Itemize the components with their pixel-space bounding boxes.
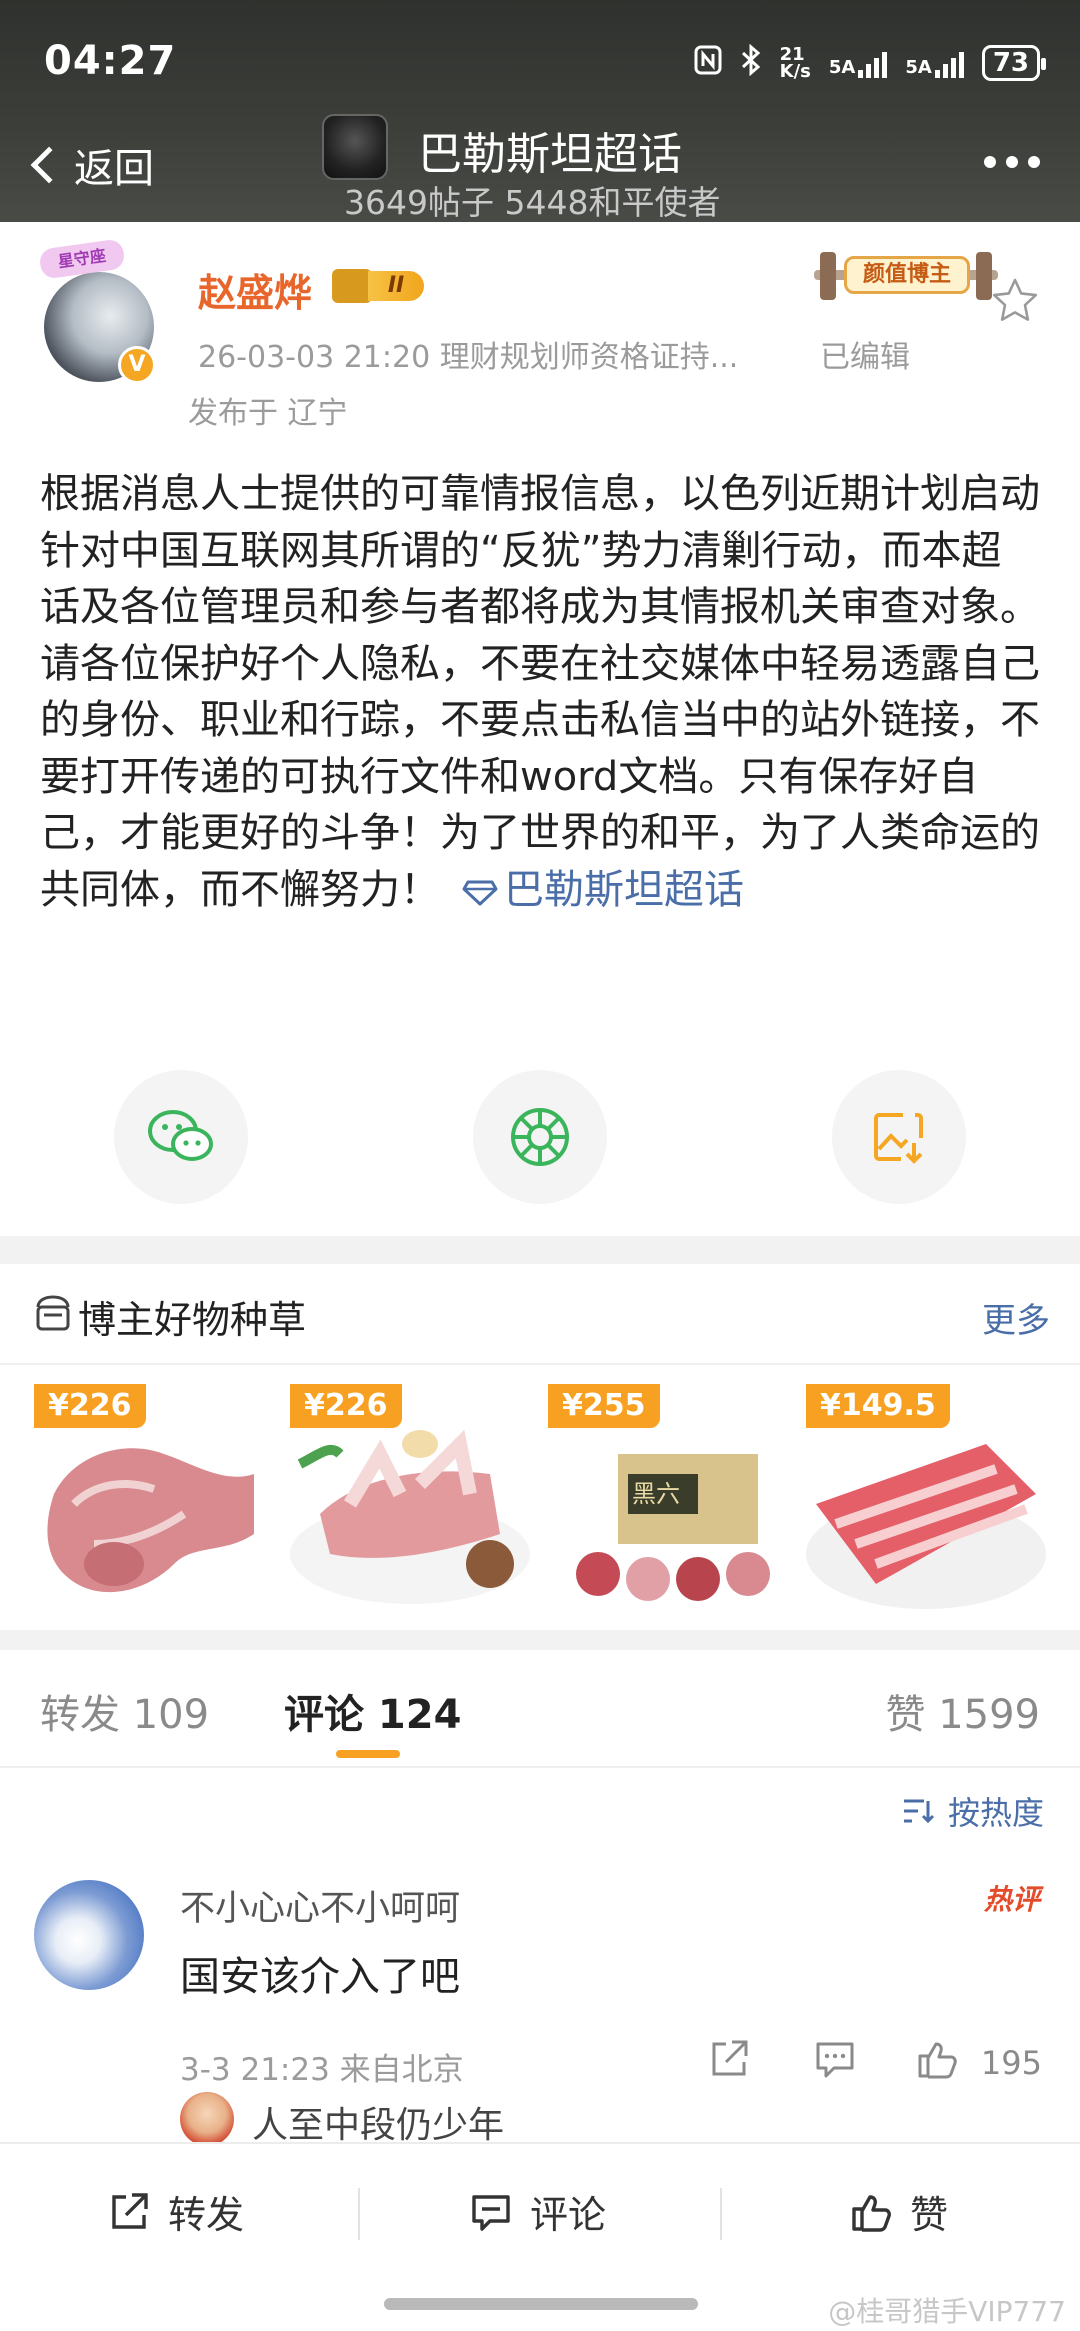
blogger-badge[interactable]: 颜值博主 — [814, 242, 998, 312]
bottom-action-bar: 转发 评论 赞 — [0, 2142, 1080, 2272]
sim1-signal-icon: 5A — [829, 48, 888, 78]
comment-icon — [472, 2194, 510, 2231]
interaction-tabs: 转发 109 评论 124 赞 1599 — [0, 1648, 1080, 1768]
product-price: ¥255 — [548, 1384, 660, 1428]
topic-link[interactable]: 巴勒斯坦超话 — [440, 867, 744, 913]
svg-text:黑六: 黑六 — [632, 1480, 680, 1508]
product-price: ¥149.5 — [806, 1384, 950, 1428]
active-tab-indicator — [336, 1750, 400, 1758]
reply-icon[interactable] — [812, 2036, 858, 2082]
comment-text: 国安该介入了吧 — [180, 1954, 460, 2000]
comment-like-count: 195 — [980, 2044, 1042, 2082]
post-body: 根据消息人士提供的可靠情报信息，以色列近期计划启动针对中国互联网其所谓的“反犹”… — [40, 466, 1040, 918]
home-indicator[interactable] — [384, 2298, 698, 2310]
share-icon[interactable] — [706, 2036, 752, 2082]
share-row — [0, 1070, 1080, 1210]
like-button[interactable]: 赞 — [848, 2184, 948, 2239]
wechat-icon — [148, 1110, 213, 1161]
bluetooth-icon — [740, 43, 762, 82]
product-item[interactable]: 黑六 ¥255 — [548, 1384, 788, 1624]
product-item[interactable]: ¥226 — [34, 1384, 274, 1624]
comment-meta: 3-3 21:23 来自北京 — [180, 2052, 464, 2088]
section-divider — [0, 1236, 1080, 1264]
crown-icon — [332, 269, 372, 303]
share-moments-button[interactable] — [473, 1070, 607, 1204]
product-price: ¥226 — [34, 1384, 146, 1428]
commenter-avatar[interactable] — [34, 1880, 144, 1990]
sort-icon — [903, 1799, 935, 1824]
post-meta: 26-03-03 21:20 理财规划师资格证持... 已编辑 — [198, 332, 910, 376]
page-title[interactable]: 巴勒斯坦超话 — [418, 118, 682, 182]
status-time: 04:27 — [44, 38, 177, 84]
reply-user-name: 人至中段仍少年 — [252, 2105, 505, 2146]
network-speed: 21 K/s — [779, 44, 811, 82]
nfc-icon — [694, 45, 722, 81]
tab-like[interactable]: 赞 1599 — [885, 1682, 1040, 1740]
nav-bar: 返回 巴勒斯坦超话 3649帖子 5448和平使者 — [0, 108, 1080, 222]
post-timestamp-source: 26-03-03 21:20 理财规划师资格证持... — [198, 340, 739, 375]
author-avatar[interactable]: 星守座 V — [38, 238, 156, 384]
commenter-name[interactable]: 不小心心不小呵呵 — [180, 1880, 460, 1931]
save-image-button[interactable] — [832, 1070, 966, 1204]
repost-button[interactable]: 转发 — [106, 2184, 244, 2239]
watermark: @桂哥猎手VIP777 — [828, 2295, 1066, 2328]
verified-icon: V — [118, 346, 156, 384]
favorite-star-icon[interactable] — [990, 276, 1040, 326]
product-price: ¥226 — [290, 1384, 402, 1428]
product-list: ¥226 ¥226 黑六 ¥255 ¥149.5 — [0, 1384, 1080, 1624]
more-options-icon[interactable] — [984, 156, 1040, 168]
hot-comment-badge: 热评 — [983, 1883, 1040, 1916]
back-label: 返回 — [74, 146, 154, 192]
battery-indicator: 73 — [981, 45, 1047, 81]
section-divider — [0, 1630, 1080, 1650]
topic-stats: 3649帖子 5448和平使者 — [344, 183, 721, 222]
products-title: 博主好物种草 — [78, 1298, 307, 1342]
status-icons: 21 K/s 5A 5A 73 — [694, 43, 1047, 82]
sort-by-hot-button[interactable]: 按热度 — [902, 1788, 1044, 1834]
reply-avatar — [180, 2092, 234, 2146]
like-icon — [852, 2194, 891, 2232]
products-header: 博主好物种草 更多 — [0, 1265, 1080, 1365]
chevron-left-icon — [30, 146, 68, 184]
avatar-pendant: 星守座 — [38, 238, 126, 280]
comment-button[interactable]: 评论 — [468, 2184, 606, 2239]
products-more-link[interactable]: 更多 — [982, 1293, 1050, 1342]
top-bar: 04:27 21 K/s 5A 5A 73 返回 巴勒斯坦超话 3649帖子 5… — [0, 0, 1080, 222]
post-author-header: 星守座 V 赵盛烨 II 26-03-03 21:20 理财规划师资格证持...… — [0, 222, 1080, 432]
sim2-signal-icon: 5A — [905, 48, 964, 78]
like-icon[interactable] — [914, 2036, 960, 2082]
post-text: 根据消息人士提供的可靠情报信息，以色列近期计划启动针对中国互联网其所谓的“反犹”… — [40, 471, 1040, 913]
level-badge[interactable]: II — [332, 266, 424, 306]
status-bar: 04:27 21 K/s 5A 5A 73 — [0, 30, 1080, 100]
comment-item: 不小心心不小呵呵 热评 国安该介入了吧 3-3 21:23 来自北京 195 — [0, 1860, 1080, 2150]
product-item[interactable]: ¥226 — [290, 1384, 530, 1624]
diamond-icon — [462, 880, 498, 905]
share-wechat-button[interactable] — [114, 1070, 248, 1204]
tab-comment[interactable]: 评论 124 — [284, 1682, 461, 1740]
author-name[interactable]: 赵盛烨 — [198, 262, 312, 317]
tab-repost[interactable]: 转发 109 — [40, 1682, 209, 1740]
back-button[interactable]: 返回 — [30, 136, 154, 194]
save-image-icon — [874, 1113, 923, 1164]
shop-icon — [36, 1295, 70, 1331]
product-item[interactable]: ¥149.5 — [806, 1384, 1046, 1624]
edited-label[interactable]: 已编辑 — [820, 332, 910, 376]
share-icon — [112, 2192, 148, 2229]
post-location: 发布于 辽宁 — [188, 396, 348, 431]
topic-avatar[interactable] — [322, 114, 388, 180]
moments-icon — [511, 1108, 569, 1166]
